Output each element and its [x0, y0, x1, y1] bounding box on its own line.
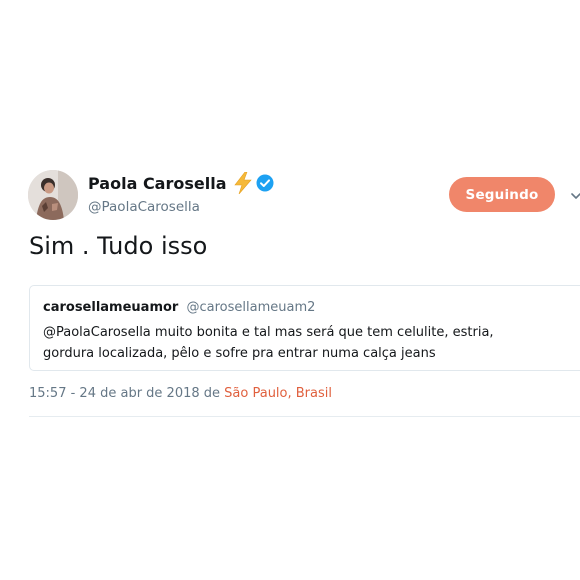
- tweet-page: Paola Carosella @PaolaCarosella Seguindo…: [0, 0, 580, 580]
- avatar-photo: [28, 170, 78, 220]
- divider: [29, 416, 580, 417]
- verified-badge-icon: [256, 174, 274, 192]
- author-handle[interactable]: @PaolaCarosella: [88, 199, 200, 215]
- high-voltage-icon: [233, 172, 253, 194]
- quoted-tweet-header: carosellameuamor @carosellameuam2: [43, 300, 315, 315]
- quoted-tweet-text: @PaolaCarosella muito bonita e tal mas s…: [43, 325, 494, 361]
- tweet-location[interactable]: São Paulo, Brasil: [224, 386, 332, 401]
- chevron-down-icon[interactable]: [571, 187, 580, 199]
- location-prefix: de: [203, 386, 221, 401]
- author-name-row: Paola Carosella: [88, 172, 274, 194]
- quoted-author-handle: @carosellameuam2: [186, 300, 316, 315]
- quoted-tweet-card[interactable]: carosellameuamor @carosellameuam2 @Paola…: [29, 285, 580, 371]
- author-display-name[interactable]: Paola Carosella: [88, 174, 227, 193]
- tweet-text: Sim . Tudo isso: [29, 232, 208, 260]
- avatar[interactable]: [28, 170, 78, 220]
- tweet-timestamp[interactable]: 15:57 - 24 de abr de 2018: [29, 386, 200, 401]
- quoted-author-name: carosellameuamor: [43, 300, 179, 315]
- tweet-metadata: 15:57 - 24 de abr de 2018 de São Paulo, …: [29, 386, 332, 401]
- following-button[interactable]: Seguindo: [449, 177, 555, 212]
